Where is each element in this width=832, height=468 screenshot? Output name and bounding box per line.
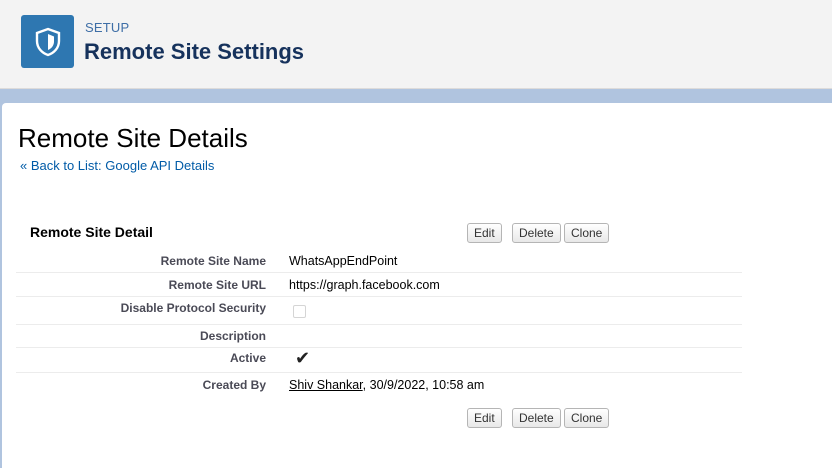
clone-button-top[interactable]: Clone: [564, 223, 610, 243]
edit-button-top[interactable]: Edit: [467, 223, 502, 243]
created-by-user-link[interactable]: Shiv Shankar: [289, 378, 363, 392]
divider: [16, 347, 742, 348]
divider: [16, 372, 742, 373]
field-label-description: Description: [199, 329, 266, 343]
field-label-url: Remote Site URL: [168, 278, 266, 292]
header-title: Remote Site Settings: [84, 39, 305, 64]
created-by-date: , 30/9/2022, 10:58 am: [362, 378, 485, 392]
field-value-name: WhatsAppEndPoint: [289, 254, 398, 268]
setup-label: SETUP: [85, 20, 130, 35]
back-to-list-link[interactable]: Back to List: Google API Details: [31, 158, 215, 173]
divider: [16, 324, 742, 325]
page-title: Remote Site Details: [18, 123, 248, 153]
section-title: Remote Site Detail: [30, 224, 153, 240]
field-label-created-by: Created By: [202, 378, 266, 392]
clone-button-bottom[interactable]: Clone: [564, 408, 610, 428]
main-panel: Remote Site Details « Back to List: Goog…: [2, 103, 832, 468]
delete-button-bottom[interactable]: Delete: [512, 408, 561, 428]
breadcrumb: « Back to List: Google API Details: [20, 158, 214, 173]
back-prefix: «: [20, 158, 31, 173]
background-band: [0, 89, 832, 103]
disable-protocol-security-checkbox: [293, 305, 306, 318]
edit-button-bottom[interactable]: Edit: [467, 408, 502, 428]
field-label-name: Remote Site Name: [160, 254, 266, 268]
field-label-disable-protocol-security: Disable Protocol Security: [120, 301, 266, 315]
active-checkmark-icon: ✔: [295, 348, 311, 368]
page-header: SETUP Remote Site Settings: [0, 0, 832, 89]
shield-icon: [21, 15, 74, 68]
divider: [16, 296, 742, 297]
delete-button-top[interactable]: Delete: [512, 223, 561, 243]
field-value-url: https://graph.facebook.com: [289, 278, 440, 292]
divider: [16, 272, 742, 273]
field-value-created-by: Shiv Shankar, 30/9/2022, 10:58 am: [289, 378, 484, 392]
field-label-active: Active: [229, 351, 266, 365]
